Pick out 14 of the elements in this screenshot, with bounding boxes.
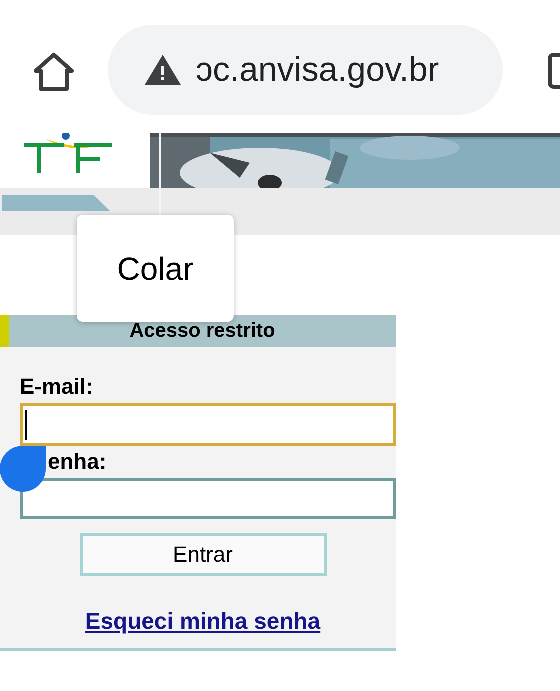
forgot-password-link[interactable]: Esqueci minha senha [85,604,321,638]
warning-icon[interactable] [144,54,182,86]
input-field[interactable] [20,478,396,519]
home-icon[interactable] [33,52,75,92]
url-text: ɔc.anvisa.gov.br [196,50,440,90]
address-bar[interactable]: ɔc.anvisa.gov.br [108,25,503,115]
paste-menu-item[interactable]: Colar [117,244,194,292]
field-label: enha: [48,448,107,476]
input-field[interactable] [20,403,396,446]
accent-stripe [0,315,9,347]
field-label: E-mail: [20,373,94,401]
panel-title: Acesso restrito [128,319,276,344]
tab-switcher-icon[interactable] [548,53,560,89]
login-button[interactable]: Entrar [80,533,326,576]
